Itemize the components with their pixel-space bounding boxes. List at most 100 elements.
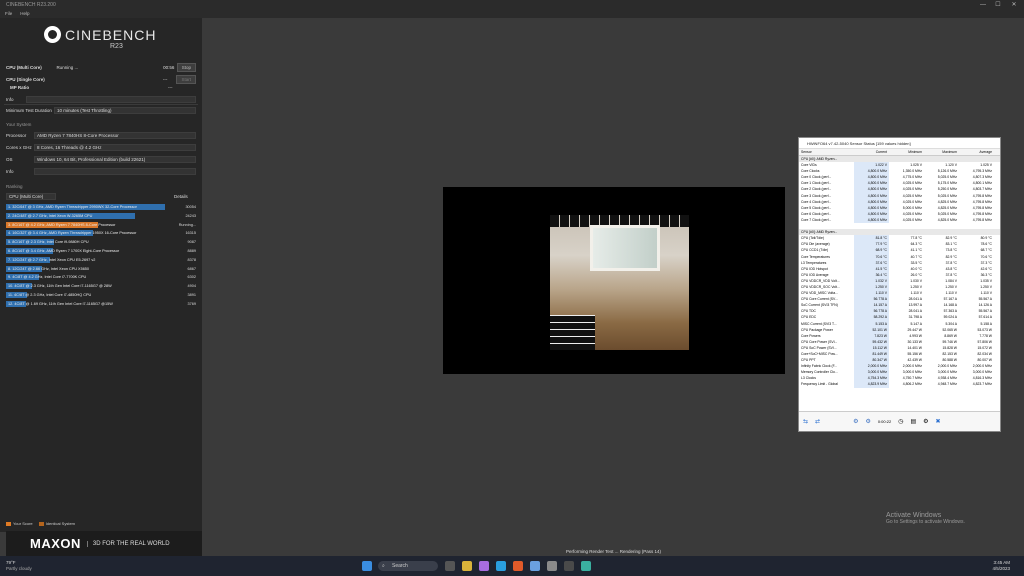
- info-label: Info: [6, 97, 14, 102]
- ranking-item[interactable]: 1. 32C/64T @ 3 GHz, AMD Ryzen Threadripp…: [6, 204, 196, 210]
- maxon-banner: MAXON 3D FOR THE REAL WORLD: [6, 531, 202, 556]
- app2-icon[interactable]: [546, 561, 557, 571]
- processor-label: Processor: [6, 133, 27, 138]
- minimize-button[interactable]: —: [976, 0, 990, 10]
- settings-icon[interactable]: ⚙: [865, 418, 870, 425]
- ranking-score: 30054: [185, 205, 196, 209]
- network-icon[interactable]: ⚙: [853, 418, 858, 425]
- ranking-label: 8. 12C/24T @ 2.66 GHz, Intel Xeon CPU X5…: [8, 266, 90, 271]
- ranking-heading: Ranking: [6, 184, 23, 189]
- ranking-legend: Your Score Identical System: [6, 521, 75, 526]
- activate-title: Activate Windows: [886, 512, 942, 519]
- ranking-score: 24243: [185, 213, 196, 218]
- weather-widget[interactable]: 79°F Partly cloudy: [0, 560, 40, 572]
- sensor-name: Frequency Limit - Global: [801, 382, 838, 387]
- start-button[interactable]: Start: [176, 75, 196, 84]
- ranking-score: 8378: [187, 257, 196, 262]
- menu-help[interactable]: Help: [20, 10, 29, 18]
- ranking-item[interactable]: 7. 12C/24T @ 2.7 GHz, Intel Xeon CPU E5-…: [6, 256, 196, 263]
- col-sensor[interactable]: Sensor: [799, 149, 854, 155]
- ranking-score: 3891: [187, 293, 196, 297]
- processor-value: AMD Ryzen 7 7840HS 8-Core Processor: [34, 132, 196, 139]
- legend-your-score: Your Score: [6, 521, 33, 526]
- sensor-row[interactable]: Frequency Limit - Global 4,823.9 MHz 4,806…: [799, 381, 1000, 388]
- ranking-label: 3. 8C/16T @ 4.2 GHz, AMD Ryzen 7 7840HS …: [8, 222, 116, 227]
- col-current[interactable]: Current: [854, 149, 889, 155]
- cinebench-logo: CINEBENCH: [44, 26, 156, 43]
- render-window: [590, 225, 660, 271]
- hwinfo-header: Sensor Current Minimum Maximum Average: [799, 149, 1000, 156]
- taskbar: 79°F Partly cloudy ⌕ Search 3:45 AM 4/5/2…: [0, 556, 1024, 576]
- ranking-item[interactable]: 11. 4C/8T @ 2.3 GHz, Intel Core i7-4850H…: [6, 292, 196, 298]
- ranking-item[interactable]: 12. 4C/8T @ 1.69 GHz, 11th Gen Intel Cor…: [6, 300, 196, 307]
- nav-left-icon[interactable]: ⇆: [803, 418, 808, 425]
- ranking-item[interactable]: 6. 8C/16T @ 3.4 GHz, AMD Ryzen 7 1700X E…: [6, 248, 196, 254]
- sensor-maximum: 4,948.7 MHz: [937, 382, 957, 387]
- os-value: Windows 10, 64 Bit, Professional Edition…: [34, 156, 196, 163]
- search-icon: ⌕: [382, 563, 385, 569]
- test-mp-label: MP Ratio: [10, 85, 30, 90]
- ranking-label: 7. 12C/24T @ 2.7 GHz, Intel Xeon CPU E5-…: [8, 257, 96, 262]
- maxon-logo: MAXON: [30, 536, 81, 551]
- status-text: Performing Render Test ... Rendering (Pa…: [566, 549, 661, 554]
- close-button[interactable]: ✕: [1007, 0, 1021, 10]
- sys-info-label: Info: [6, 169, 14, 174]
- ranking-item[interactable]: 4. 16C/32T @ 3.4 GHz, AMD Ryzen Threadri…: [6, 230, 196, 237]
- left-panel: CINEBENCH R23 CPU (Multi Core) Running .…: [0, 18, 202, 532]
- edge-icon[interactable]: [495, 561, 506, 571]
- maximize-button[interactable]: ☐: [991, 0, 1005, 10]
- clock-date: 4/5/2023: [992, 566, 1010, 571]
- ranking-item[interactable]: 3. 8C/16T @ 4.2 GHz, AMD Ryzen 7 7840HS …: [6, 221, 196, 228]
- ranking-item[interactable]: 10. 4C/8T @ 2.3 GHz, 11th Gen Intel Core…: [6, 283, 196, 290]
- export-icon[interactable]: ▤: [910, 418, 916, 425]
- clock[interactable]: 3:45 AM 4/5/2023: [992, 560, 1024, 572]
- stop-button[interactable]: Stop: [176, 63, 196, 72]
- activate-windows: Activate Windows Go to Settings to activ…: [886, 512, 965, 525]
- explorer-icon[interactable]: [461, 561, 472, 571]
- hwinfo-toolbar: ⇆ ⇄ ⚙ ⚙ 0:00:22 ◷ ▤ ⚙ ✖: [799, 411, 1000, 431]
- ranking-score: Running...: [178, 222, 196, 227]
- ranking-item[interactable]: 9. 4C/8T @ 4.2 GHz, Intel Core i7-7700K …: [6, 274, 196, 281]
- ranking-label: 6. 8C/16T @ 3.4 GHz, AMD Ryzen 7 1700X E…: [8, 249, 120, 253]
- clock-icon[interactable]: ◷: [898, 418, 903, 425]
- taskview-icon[interactable]: [444, 561, 455, 571]
- test-multi-status: Running ...: [56, 65, 79, 70]
- ranking-item[interactable]: 5. 8C/16T @ 2.3 GHz, Intel Core i9-9880H…: [6, 239, 196, 246]
- hwinfo-taskbar-icon[interactable]: [580, 561, 591, 571]
- cinebench-taskbar-icon[interactable]: [563, 561, 574, 571]
- ranking-score: 8889: [187, 249, 196, 253]
- details-button[interactable]: Details: [174, 194, 188, 199]
- store-icon[interactable]: [512, 561, 523, 571]
- test-multi-label: CPU (Multi Core): [6, 65, 42, 70]
- ranking-score: 16315: [185, 231, 196, 236]
- sensor-minimum: 4,806.2 MHz: [902, 382, 922, 387]
- system-heading: Your System: [6, 122, 32, 127]
- activate-sub: Go to Settings to activate Windows.: [886, 519, 965, 525]
- col-maximum[interactable]: Maximum: [924, 149, 959, 155]
- ranking-score: 4904: [187, 284, 196, 289]
- hwinfo-table: CPU [#0]: AMD Ryzen... Core VIDs 1.022 V 1.…: [799, 156, 1000, 388]
- config-icon[interactable]: ⚙: [923, 418, 928, 425]
- taskbar-search[interactable]: ⌕ Search: [378, 561, 438, 571]
- test-mp-value: ---: [168, 85, 173, 90]
- nav-right-icon[interactable]: ⇄: [815, 418, 820, 425]
- start-icon[interactable]: [361, 561, 372, 571]
- ranking-label: 2. 24C/48T @ 2.7 GHz, Intel Xeon W-3265M…: [8, 213, 93, 218]
- ranking-label: 11. 4C/8T @ 2.3 GHz, Intel Core i7-4850H…: [8, 293, 92, 297]
- sensor-current: 4,823.9 MHz: [854, 381, 889, 388]
- ranking-item[interactable]: 8. 12C/24T @ 2.66 GHz, Intel Xeon CPU X5…: [6, 265, 196, 272]
- menu-bar: File Help: [0, 10, 1024, 18]
- menu-file[interactable]: File: [5, 10, 12, 18]
- ranking-item[interactable]: 2. 24C/48T @ 2.7 GHz, Intel Xeon W-3265M…: [6, 212, 196, 219]
- min-duration-select[interactable]: 10 minutes (Test Throttling): [54, 107, 196, 114]
- close-sensors-icon[interactable]: ✖: [936, 418, 941, 425]
- ranking-dropdown[interactable]: CPU (Multi Core): [6, 193, 56, 200]
- app-icon[interactable]: [478, 561, 489, 571]
- col-average[interactable]: Average: [959, 149, 994, 155]
- mail-icon[interactable]: [529, 561, 540, 571]
- col-minimum[interactable]: Minimum: [889, 149, 924, 155]
- os-label: OS: [6, 157, 13, 162]
- ranking-label: 12. 4C/8T @ 1.69 GHz, 11th Gen Intel Cor…: [8, 301, 113, 306]
- logo-wordmark: CINEBENCH: [65, 26, 157, 43]
- test-single-label: CPU (Single Core): [6, 77, 45, 82]
